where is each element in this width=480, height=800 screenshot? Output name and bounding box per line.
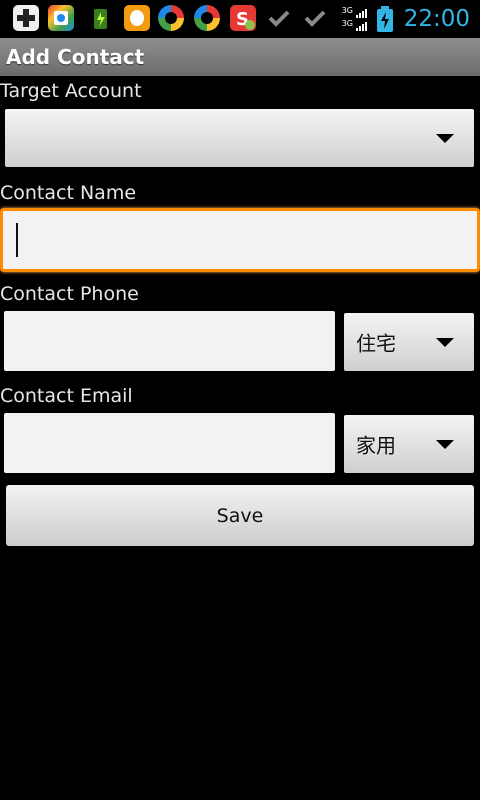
sogou-input-icon: S <box>230 5 256 31</box>
save-button[interactable]: Save <box>6 485 474 546</box>
check-icon <box>302 5 328 31</box>
save-button-label: Save <box>216 504 264 527</box>
page-title: Add Contact <box>6 45 145 69</box>
signal-icon: 3G 3G <box>342 6 368 32</box>
battery-icon <box>376 6 394 32</box>
contact-phone-field[interactable] <box>4 311 335 371</box>
text-caret <box>16 223 18 257</box>
add-icon <box>13 5 39 31</box>
phone-type-value: 住宅 <box>356 331 396 356</box>
contact-name-field[interactable] <box>0 208 480 272</box>
status-right: 3G 3G 22:00 <box>342 0 470 38</box>
dropdown-arrow-icon <box>436 440 454 449</box>
contact-phone-label: Contact Phone <box>0 283 139 305</box>
contact-name-label: Contact Name <box>0 182 137 204</box>
title-bar: Add Contact <box>0 38 480 76</box>
screen: S 3G 3G 22:00 Add Contact Target Account… <box>0 0 480 800</box>
browser-icon <box>158 5 184 31</box>
check-icon <box>266 5 292 31</box>
email-type-spinner[interactable]: 家用 <box>344 415 474 473</box>
contact-email-field[interactable] <box>4 413 335 473</box>
dropdown-arrow-icon <box>436 134 454 143</box>
phone-type-spinner[interactable]: 住宅 <box>344 313 474 371</box>
contact-name-input[interactable] <box>3 211 477 269</box>
dropdown-arrow-icon <box>436 338 454 347</box>
target-account-label: Target Account <box>0 80 142 102</box>
email-type-value: 家用 <box>356 433 396 458</box>
qq-icon <box>124 5 150 31</box>
browser-icon <box>194 5 220 31</box>
app-store-icon <box>48 5 74 31</box>
clock: 22:00 <box>403 6 470 32</box>
contact-email-input[interactable] <box>4 413 335 473</box>
battery-saver-icon <box>88 5 114 31</box>
contact-email-label: Contact Email <box>0 385 133 407</box>
status-bar: S 3G 3G 22:00 <box>0 0 480 38</box>
target-account-spinner[interactable] <box>5 109 474 167</box>
contact-phone-input[interactable] <box>4 311 335 371</box>
